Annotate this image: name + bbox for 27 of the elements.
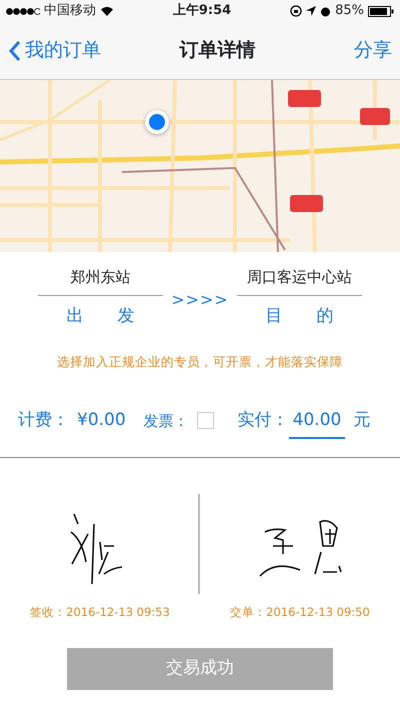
route-arrow: >>>>	[171, 289, 229, 311]
signal-icon	[6, 8, 40, 14]
signature-timestamp: 交单：2016-12-13 09:50	[230, 605, 370, 620]
fee-label: 计费：	[18, 408, 69, 432]
destination-station: 周口客运中心站	[236, 266, 362, 296]
wifi-icon	[100, 6, 114, 16]
back-button[interactable]: 我的订单	[8, 36, 101, 65]
invoice-label: 发票：	[144, 410, 189, 432]
carrier: 中国移动	[44, 2, 96, 20]
battery-icon	[368, 6, 394, 16]
rotation-lock-icon	[290, 5, 302, 17]
battery-percent: 85%	[335, 2, 364, 20]
share-link[interactable]: 分享	[354, 36, 392, 65]
invoice-checkbox[interactable]	[196, 412, 214, 429]
fee-amount: ¥0.00	[77, 408, 126, 432]
signature-timestamp: 签收：2016-12-13 09:53	[30, 605, 170, 620]
paid-amount-field[interactable]: 40.00	[288, 408, 346, 440]
notice-text: 选择加入正规企业的专员，可开票，才能落实保障	[56, 353, 344, 371]
page-title: 订单详情	[180, 38, 256, 64]
chevron-left-icon	[8, 40, 21, 62]
destination-label: 目 的	[264, 304, 334, 328]
clock: 上午9:54	[172, 2, 232, 20]
location-arrow-icon	[306, 6, 316, 16]
currency-unit: 元	[353, 408, 370, 432]
departure-label: 出 发	[66, 304, 136, 328]
paid-label: 实付：	[238, 408, 289, 432]
departure-station: 郑州东站	[38, 266, 164, 296]
